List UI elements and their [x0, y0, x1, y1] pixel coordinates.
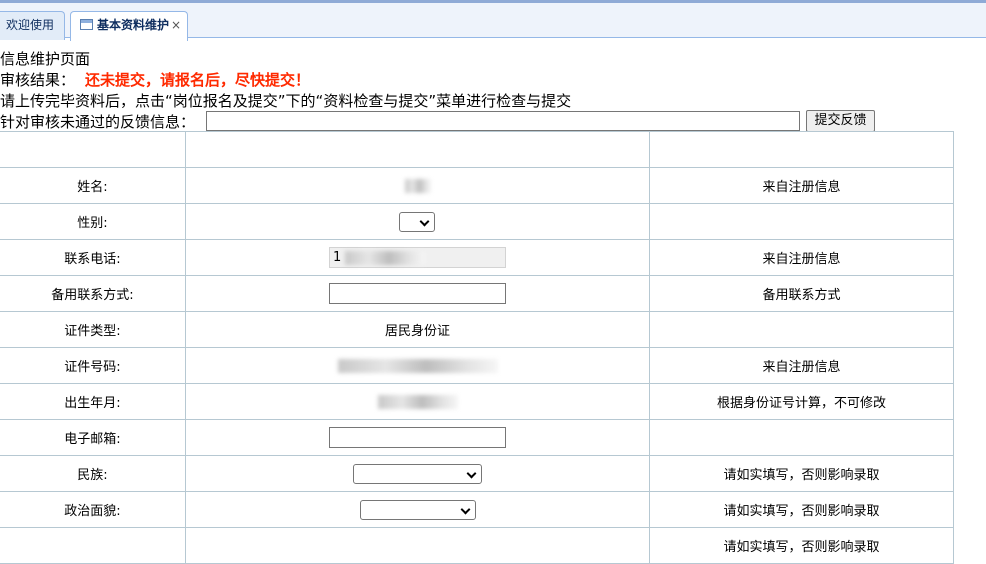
tab-welcome[interactable]: 欢迎使用 — [0, 11, 65, 40]
table-row: 联系电话: 1 来自注册信息 — [0, 239, 954, 276]
name-redacted — [404, 178, 431, 193]
ethnicity-note: 请如实填写，否则影响录取 — [649, 455, 954, 492]
info-form-table: 姓名: 来自注册信息 性别: 联系电话: 1 来自注册信息 备用联系方式: 备用… — [0, 131, 954, 564]
close-icon[interactable]: × — [171, 12, 181, 39]
audit-status: 还未提交，请报名后，尽快提交！ — [85, 71, 311, 89]
political-select[interactable] — [359, 499, 476, 520]
id-number-redacted — [337, 358, 498, 373]
id-number-label: 证件号码: — [0, 347, 186, 384]
table-row: 出生年月: 根据身份证号计算，不可修改 — [0, 383, 954, 420]
name-value — [185, 167, 650, 204]
birth-redacted — [377, 394, 458, 409]
alt-contact-note: 备用联系方式 — [649, 275, 954, 312]
audit-label: 审核结果： — [0, 71, 76, 89]
birth-value — [185, 383, 650, 420]
name-note: 来自注册信息 — [649, 167, 954, 204]
phone-redacted — [345, 250, 426, 265]
tab-bar: 欢迎使用 基本资料维护 × — [0, 0, 986, 41]
gender-note — [649, 203, 954, 240]
id-type-value: 居民身份证 — [185, 311, 650, 348]
name-label: 姓名: — [0, 167, 186, 204]
page-title: 信息维护页面 — [0, 50, 91, 68]
table-row: 请如实填写，否则影响录取 — [0, 527, 954, 564]
instruction-text: 请上传完毕资料后，点击“岗位报名及提交”下的“资料检查与提交”菜单进行检查与提交 — [0, 92, 572, 110]
tab-welcome-label: 欢迎使用 — [6, 18, 55, 32]
political-label: 政治面貌: — [0, 491, 186, 528]
political-note: 请如实填写，否则影响录取 — [649, 491, 954, 528]
phone-label: 联系电话: — [0, 239, 186, 276]
tab-basic-info[interactable]: 基本资料维护 × — [70, 11, 188, 41]
gender-select[interactable] — [399, 211, 435, 232]
table-row: 电子邮箱: — [0, 419, 954, 456]
table-row — [0, 131, 954, 168]
ethnicity-label: 民族: — [0, 455, 186, 492]
tab-basic-info-label: 基本资料维护 — [97, 18, 170, 32]
table-row: 备用联系方式: 备用联系方式 — [0, 275, 954, 312]
email-label: 电子邮箱: — [0, 419, 186, 456]
table-row: 姓名: 来自注册信息 — [0, 167, 954, 204]
table-row: 证件类型: 居民身份证 — [0, 311, 954, 348]
birth-note: 根据身份证号计算，不可修改 — [649, 383, 954, 420]
email-input[interactable] — [329, 427, 506, 448]
id-number-value — [185, 347, 650, 384]
table-row: 证件号码: 来自注册信息 — [0, 347, 954, 384]
feedback-input[interactable] — [206, 111, 800, 131]
table-row: 民族: 请如实填写，否则影响录取 — [0, 455, 954, 492]
phone-value: 1 — [333, 250, 342, 265]
phone-field: 1 — [329, 247, 506, 268]
alt-contact-input[interactable] — [329, 283, 506, 304]
table-icon — [80, 19, 93, 30]
audit-result: 审核结果： 还未提交，请报名后，尽快提交！ — [0, 69, 310, 90]
next-row-note: 请如实填写，否则影响录取 — [649, 527, 954, 564]
id-type-label: 证件类型: — [0, 311, 186, 348]
id-number-note: 来自注册信息 — [649, 347, 954, 384]
alt-contact-label: 备用联系方式: — [0, 275, 186, 312]
id-type-note — [649, 311, 954, 348]
table-row: 政治面貌: 请如实填写，否则影响录取 — [0, 491, 954, 528]
submit-feedback-button[interactable]: 提交反馈 — [806, 110, 875, 132]
birth-label: 出生年月: — [0, 383, 186, 420]
feedback-label: 针对审核未通过的反馈信息： — [0, 113, 196, 131]
gender-label: 性别: — [0, 203, 186, 240]
email-note — [649, 419, 954, 456]
table-row: 性别: — [0, 203, 954, 240]
phone-note: 来自注册信息 — [649, 239, 954, 276]
ethnicity-select[interactable] — [353, 463, 482, 484]
